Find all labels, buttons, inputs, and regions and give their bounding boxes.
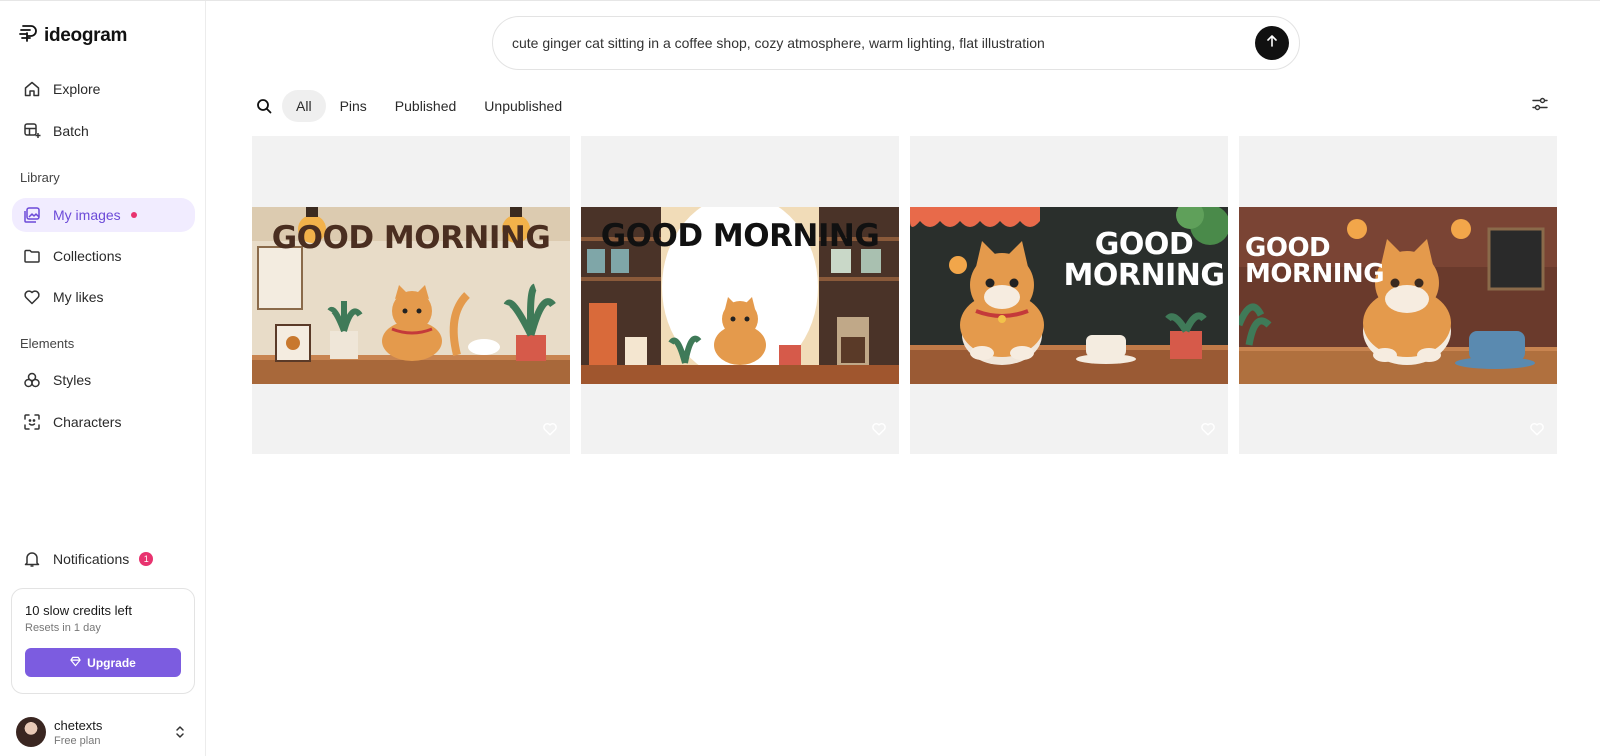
- upgrade-button-label: Upgrade: [87, 655, 136, 670]
- credits-card: 10 slow credits left Resets in 1 day Upg…: [11, 588, 195, 694]
- image-card[interactable]: GOOD MORNING: [1239, 136, 1557, 454]
- library-section-label: Library: [20, 170, 60, 185]
- nav-notifications-label: Notifications: [53, 551, 130, 567]
- arrow-up-icon: [1265, 34, 1279, 53]
- generate-button[interactable]: [1255, 26, 1289, 60]
- generated-image[interactable]: GOOD MORNING: [1239, 207, 1557, 384]
- characters-icon: [22, 412, 42, 432]
- image-caption-text: GOOD MORNING: [1063, 227, 1225, 293]
- logo[interactable]: ideogram: [18, 22, 127, 49]
- image-caption-text: GOOD MORNING: [1245, 233, 1385, 289]
- image-caption-text: GOOD MORNING: [600, 218, 880, 254]
- ideogram-logo-icon: [18, 22, 40, 49]
- credits-title: 10 slow credits left: [25, 603, 132, 618]
- image-caption: GOOD MORNING: [581, 221, 899, 252]
- new-indicator-dot: [130, 212, 137, 218]
- nav-my-images-label: My images: [53, 207, 121, 223]
- user-name: chetexts: [54, 717, 103, 733]
- generated-image[interactable]: GOOD MORNING: [910, 201, 1228, 384]
- filter-tab-published[interactable]: Published: [381, 90, 471, 122]
- like-heart-icon[interactable]: [1529, 421, 1545, 442]
- elements-section-label: Elements: [20, 336, 75, 351]
- like-heart-icon[interactable]: [1200, 421, 1216, 442]
- image-caption: GOOD MORNING: [252, 223, 570, 254]
- credits-reset-text: Resets in 1 day: [25, 622, 101, 634]
- prompt-input[interactable]: cute ginger cat sitting in a coffee shop…: [512, 35, 1122, 51]
- notifications-count-badge: 1: [139, 552, 154, 566]
- user-plan: Free plan: [54, 734, 101, 747]
- like-heart-icon[interactable]: [871, 421, 887, 442]
- folder-icon: [22, 246, 42, 266]
- filter-tab-pins[interactable]: Pins: [326, 90, 381, 122]
- app-window: ideogram Explore Batch Library My images: [0, 0, 1600, 756]
- image-card[interactable]: GOOD MORNING: [910, 136, 1228, 454]
- filter-tab-unpublished[interactable]: Unpublished: [470, 90, 576, 122]
- nav-batch-label: Batch: [53, 123, 89, 139]
- nav-my-likes[interactable]: My likes: [12, 280, 195, 314]
- filter-settings-icon[interactable]: [1532, 96, 1548, 117]
- nav-my-likes-label: My likes: [53, 289, 104, 305]
- sidebar: ideogram Explore Batch Library My images: [0, 1, 206, 756]
- user-menu[interactable]: chetexts Free plan: [16, 714, 194, 750]
- styles-icon: [22, 370, 42, 390]
- chevron-up-down-icon: [174, 724, 186, 745]
- prompt-bar: cute ginger cat sitting in a coffee shop…: [492, 16, 1300, 70]
- nav-characters[interactable]: Characters: [12, 405, 195, 439]
- nav-collections-label: Collections: [53, 248, 122, 264]
- image-caption-text: GOOD MORNING: [271, 220, 551, 256]
- nav-notifications[interactable]: Notifications 1: [12, 542, 195, 576]
- filter-tab-all[interactable]: All: [282, 90, 326, 122]
- search-icon[interactable]: [252, 94, 276, 118]
- image-caption: GOOD MORNING: [1060, 229, 1228, 291]
- bell-icon: [22, 549, 42, 569]
- nav-collections[interactable]: Collections: [12, 239, 195, 273]
- heart-icon: [22, 287, 42, 307]
- nav-styles-label: Styles: [53, 372, 92, 388]
- filter-bar: All Pins Published Unpublished: [252, 90, 576, 122]
- like-heart-icon[interactable]: [542, 421, 558, 442]
- image-card[interactable]: GOOD MORNING: [252, 136, 570, 454]
- nav-explore-label: Explore: [53, 81, 101, 97]
- app-name: ideogram: [44, 24, 128, 46]
- nav-characters-label: Characters: [53, 414, 122, 430]
- nav-styles[interactable]: Styles: [12, 363, 195, 397]
- avatar: [16, 717, 46, 747]
- generated-image[interactable]: GOOD MORNING: [581, 195, 899, 384]
- image-caption: GOOD MORNING: [1245, 235, 1385, 287]
- batch-icon: [22, 121, 42, 141]
- nav-batch[interactable]: Batch: [12, 114, 195, 148]
- nav-explore[interactable]: Explore: [12, 72, 195, 106]
- home-icon: [22, 79, 42, 99]
- generated-image[interactable]: GOOD MORNING: [252, 207, 570, 384]
- image-card[interactable]: GOOD MORNING: [581, 136, 899, 454]
- diamond-icon: [70, 656, 81, 670]
- upgrade-button[interactable]: Upgrade: [25, 648, 181, 677]
- image-grid: GOOD MORNING GOOD MORNING GOOD MORNING G…: [252, 136, 1557, 454]
- nav-my-images[interactable]: My images: [12, 198, 195, 232]
- images-icon: [22, 205, 42, 225]
